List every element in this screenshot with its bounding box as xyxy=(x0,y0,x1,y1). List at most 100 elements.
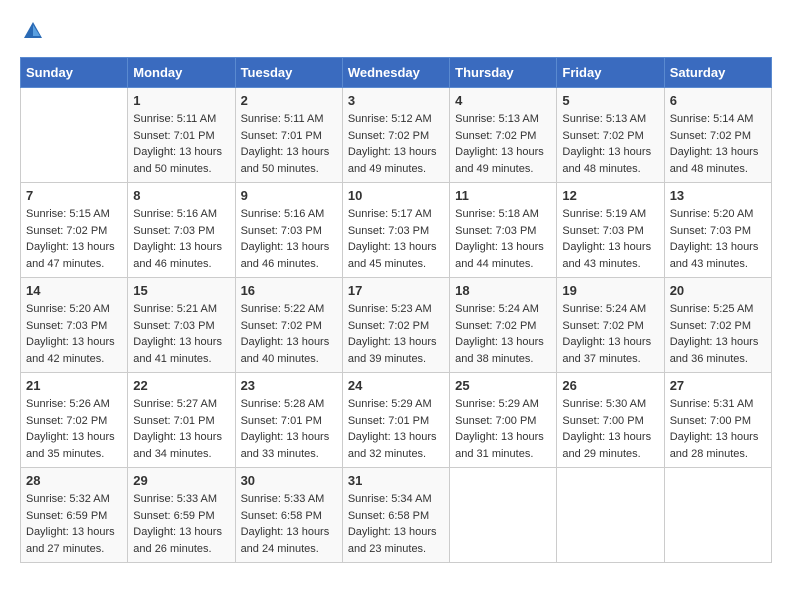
day-cell: 31 Sunrise: 5:34 AM Sunset: 6:58 PM Dayli… xyxy=(342,468,449,563)
day-info: Sunrise: 5:24 AM Sunset: 7:02 PM Dayligh… xyxy=(562,301,658,367)
header-monday: Monday xyxy=(128,58,235,88)
day-number: 17 xyxy=(348,283,444,298)
day-cell: 29 Sunrise: 5:33 AM Sunset: 6:59 PM Dayli… xyxy=(128,468,235,563)
day-cell: 25 Sunrise: 5:29 AM Sunset: 7:00 PM Dayli… xyxy=(450,373,557,468)
day-cell: 28Sunrise: 5:32 AM Sunset: 6:59 PM Dayli… xyxy=(21,468,128,563)
day-cell: 13 Sunrise: 5:20 AM Sunset: 7:03 PM Dayli… xyxy=(664,183,771,278)
day-number: 13 xyxy=(670,188,766,203)
day-number: 18 xyxy=(455,283,551,298)
day-info: Sunrise: 5:23 AM Sunset: 7:02 PM Dayligh… xyxy=(348,301,444,367)
day-cell xyxy=(450,468,557,563)
day-info: Sunrise: 5:28 AM Sunset: 7:01 PM Dayligh… xyxy=(241,396,337,462)
day-cell: 22Sunrise: 5:27 AM Sunset: 7:01 PM Dayli… xyxy=(128,373,235,468)
day-info: Sunrise: 5:17 AM Sunset: 7:03 PM Dayligh… xyxy=(348,206,444,272)
day-number: 24 xyxy=(348,378,444,393)
day-cell xyxy=(21,88,128,183)
day-number: 11 xyxy=(455,188,551,203)
day-number: 25 xyxy=(455,378,551,393)
day-cell: 10 Sunrise: 5:17 AM Sunset: 7:03 PM Dayli… xyxy=(342,183,449,278)
day-cell: 6 Sunrise: 5:14 AM Sunset: 7:02 PM Daylig… xyxy=(664,88,771,183)
logo xyxy=(20,20,44,42)
day-cell: 1 Sunrise: 5:11 AM Sunset: 7:01 PM Daylig… xyxy=(128,88,235,183)
day-info: Sunrise: 5:34 AM Sunset: 6:58 PM Dayligh… xyxy=(348,491,444,557)
day-info: Sunrise: 5:24 AM Sunset: 7:02 PM Dayligh… xyxy=(455,301,551,367)
day-number: 20 xyxy=(670,283,766,298)
day-number: 1 xyxy=(133,93,229,108)
day-cell: 23 Sunrise: 5:28 AM Sunset: 7:01 PM Dayli… xyxy=(235,373,342,468)
day-cell xyxy=(664,468,771,563)
day-info: Sunrise: 5:31 AM Sunset: 7:00 PM Dayligh… xyxy=(670,396,766,462)
day-info: Sunrise: 5:14 AM Sunset: 7:02 PM Dayligh… xyxy=(670,111,766,177)
day-cell: 8Sunrise: 5:16 AM Sunset: 7:03 PM Daylig… xyxy=(128,183,235,278)
day-info: Sunrise: 5:29 AM Sunset: 7:00 PM Dayligh… xyxy=(455,396,551,462)
calendar-table: SundayMondayTuesdayWednesdayThursdayFrid… xyxy=(20,57,772,563)
header-sunday: Sunday xyxy=(21,58,128,88)
day-cell: 19 Sunrise: 5:24 AM Sunset: 7:02 PM Dayli… xyxy=(557,278,664,373)
day-number: 8 xyxy=(133,188,229,203)
header-wednesday: Wednesday xyxy=(342,58,449,88)
day-cell: 16 Sunrise: 5:22 AM Sunset: 7:02 PM Dayli… xyxy=(235,278,342,373)
day-info: Sunrise: 5:25 AM Sunset: 7:02 PM Dayligh… xyxy=(670,301,766,367)
day-cell: 9 Sunrise: 5:16 AM Sunset: 7:03 PM Daylig… xyxy=(235,183,342,278)
day-info: Sunrise: 5:33 AM Sunset: 6:59 PM Dayligh… xyxy=(133,491,229,557)
day-cell: 3 Sunrise: 5:12 AM Sunset: 7:02 PM Daylig… xyxy=(342,88,449,183)
day-number: 4 xyxy=(455,93,551,108)
day-cell: 21Sunrise: 5:26 AM Sunset: 7:02 PM Dayli… xyxy=(21,373,128,468)
day-cell: 2Sunrise: 5:11 AM Sunset: 7:01 PM Daylig… xyxy=(235,88,342,183)
header-tuesday: Tuesday xyxy=(235,58,342,88)
day-info: Sunrise: 5:21 AM Sunset: 7:03 PM Dayligh… xyxy=(133,301,229,367)
day-info: Sunrise: 5:11 AM Sunset: 7:01 PM Dayligh… xyxy=(241,111,337,177)
day-number: 27 xyxy=(670,378,766,393)
day-cell: 15 Sunrise: 5:21 AM Sunset: 7:03 PM Dayli… xyxy=(128,278,235,373)
day-number: 15 xyxy=(133,283,229,298)
day-info: Sunrise: 5:11 AM Sunset: 7:01 PM Dayligh… xyxy=(133,111,229,177)
day-info: Sunrise: 5:12 AM Sunset: 7:02 PM Dayligh… xyxy=(348,111,444,177)
day-info: Sunrise: 5:22 AM Sunset: 7:02 PM Dayligh… xyxy=(241,301,337,367)
day-number: 9 xyxy=(241,188,337,203)
day-info: Sunrise: 5:19 AM Sunset: 7:03 PM Dayligh… xyxy=(562,206,658,272)
day-info: Sunrise: 5:30 AM Sunset: 7:00 PM Dayligh… xyxy=(562,396,658,462)
day-info: Sunrise: 5:16 AM Sunset: 7:03 PM Dayligh… xyxy=(241,206,337,272)
day-info: Sunrise: 5:15 AM Sunset: 7:02 PM Dayligh… xyxy=(26,206,122,272)
day-info: Sunrise: 5:33 AM Sunset: 6:58 PM Dayligh… xyxy=(241,491,337,557)
day-cell: 18 Sunrise: 5:24 AM Sunset: 7:02 PM Dayli… xyxy=(450,278,557,373)
day-number: 31 xyxy=(348,473,444,488)
header xyxy=(20,20,772,42)
day-number: 29 xyxy=(133,473,229,488)
day-number: 16 xyxy=(241,283,337,298)
day-cell: 5Sunrise: 5:13 AM Sunset: 7:02 PM Daylig… xyxy=(557,88,664,183)
day-number: 26 xyxy=(562,378,658,393)
day-info: Sunrise: 5:18 AM Sunset: 7:03 PM Dayligh… xyxy=(455,206,551,272)
header-friday: Friday xyxy=(557,58,664,88)
week-row-4: 21Sunrise: 5:26 AM Sunset: 7:02 PM Dayli… xyxy=(21,373,772,468)
week-row-1: 1 Sunrise: 5:11 AM Sunset: 7:01 PM Daylig… xyxy=(21,88,772,183)
header-row: SundayMondayTuesdayWednesdayThursdayFrid… xyxy=(21,58,772,88)
day-cell: 27 Sunrise: 5:31 AM Sunset: 7:00 PM Dayli… xyxy=(664,373,771,468)
day-number: 19 xyxy=(562,283,658,298)
day-cell: 7Sunrise: 5:15 AM Sunset: 7:02 PM Daylig… xyxy=(21,183,128,278)
day-number: 10 xyxy=(348,188,444,203)
day-cell: 24 Sunrise: 5:29 AM Sunset: 7:01 PM Dayli… xyxy=(342,373,449,468)
day-info: Sunrise: 5:26 AM Sunset: 7:02 PM Dayligh… xyxy=(26,396,122,462)
day-number: 6 xyxy=(670,93,766,108)
day-cell: 4 Sunrise: 5:13 AM Sunset: 7:02 PM Daylig… xyxy=(450,88,557,183)
day-cell xyxy=(557,468,664,563)
day-cell: 17 Sunrise: 5:23 AM Sunset: 7:02 PM Dayli… xyxy=(342,278,449,373)
day-cell: 30Sunrise: 5:33 AM Sunset: 6:58 PM Dayli… xyxy=(235,468,342,563)
day-number: 23 xyxy=(241,378,337,393)
day-info: Sunrise: 5:29 AM Sunset: 7:01 PM Dayligh… xyxy=(348,396,444,462)
day-info: Sunrise: 5:13 AM Sunset: 7:02 PM Dayligh… xyxy=(455,111,551,177)
day-number: 14 xyxy=(26,283,122,298)
logo-icon xyxy=(22,20,44,42)
day-info: Sunrise: 5:20 AM Sunset: 7:03 PM Dayligh… xyxy=(26,301,122,367)
day-info: Sunrise: 5:27 AM Sunset: 7:01 PM Dayligh… xyxy=(133,396,229,462)
day-info: Sunrise: 5:20 AM Sunset: 7:03 PM Dayligh… xyxy=(670,206,766,272)
day-cell: 14 Sunrise: 5:20 AM Sunset: 7:03 PM Dayli… xyxy=(21,278,128,373)
day-number: 3 xyxy=(348,93,444,108)
day-info: Sunrise: 5:32 AM Sunset: 6:59 PM Dayligh… xyxy=(26,491,122,557)
week-row-5: 28Sunrise: 5:32 AM Sunset: 6:59 PM Dayli… xyxy=(21,468,772,563)
week-row-3: 14 Sunrise: 5:20 AM Sunset: 7:03 PM Dayli… xyxy=(21,278,772,373)
day-number: 5 xyxy=(562,93,658,108)
day-cell: 26 Sunrise: 5:30 AM Sunset: 7:00 PM Dayli… xyxy=(557,373,664,468)
header-saturday: Saturday xyxy=(664,58,771,88)
